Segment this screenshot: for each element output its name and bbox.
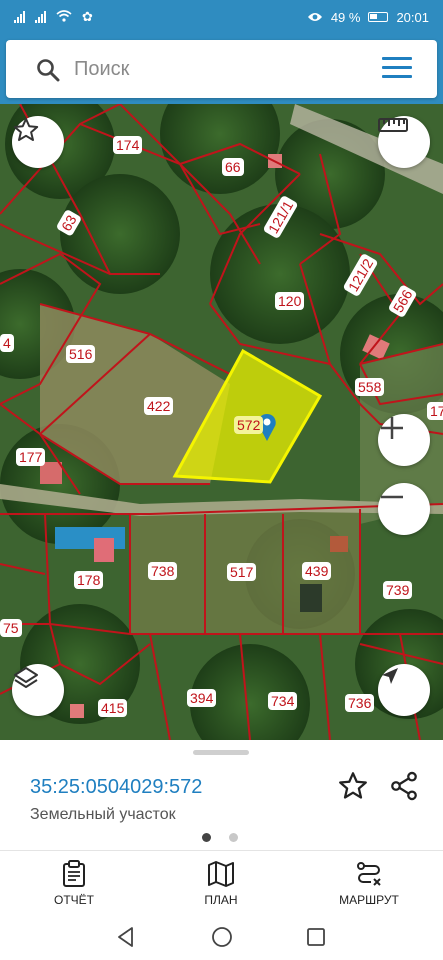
parcel-label[interactable]: 517 xyxy=(227,563,257,581)
page-indicator xyxy=(202,833,238,842)
parcel-label[interactable]: 177 xyxy=(16,448,46,466)
parcel-label[interactable]: 75 xyxy=(0,619,22,637)
nav-report-label: ОТЧЁТ xyxy=(53,893,94,907)
share-icon xyxy=(391,771,417,801)
parcel-label[interactable]: 17 xyxy=(427,402,443,420)
parcel-info-sheet[interactable]: 35:25:0504029:572 Земельный участок xyxy=(0,740,443,850)
layers-button[interactable] xyxy=(12,664,64,716)
parcel-label[interactable]: 516 xyxy=(66,345,96,363)
parcel-label[interactable]: 174 xyxy=(113,136,143,154)
search-bar xyxy=(6,40,437,98)
battery-percent: 49 % xyxy=(330,9,361,25)
cadastral-number[interactable]: 35:25:0504029:572 xyxy=(30,776,202,799)
satellite-map xyxy=(0,104,443,740)
signal-icon xyxy=(14,11,25,23)
favorite-star-button[interactable] xyxy=(337,770,369,807)
parcel-label[interactable]: 394 xyxy=(187,689,217,707)
parcel-label[interactable]: 120 xyxy=(275,292,305,310)
clock: 20:01 xyxy=(396,9,429,25)
parcel-label[interactable]: 178 xyxy=(74,571,104,589)
parcel-type: Земельный участок xyxy=(30,806,176,823)
parcel-label[interactable]: 738 xyxy=(148,562,178,580)
map-view[interactable]: 174 66 63 121/1 121/2 566 120 516 558 42… xyxy=(0,104,443,740)
signal-icon-2 xyxy=(35,11,46,23)
back-icon[interactable] xyxy=(115,926,137,948)
layers-icon xyxy=(14,667,38,688)
eye-icon xyxy=(307,10,323,25)
my-location-button[interactable] xyxy=(378,664,430,716)
map-icon xyxy=(208,861,234,887)
status-bar: ✿ 49 % 20:01 xyxy=(0,0,443,34)
parcel-label[interactable]: 734 xyxy=(268,692,298,710)
home-icon[interactable] xyxy=(210,925,234,949)
parcel-label[interactable]: 558 xyxy=(355,378,385,396)
nav-plan[interactable]: ПЛАН xyxy=(161,859,281,907)
zoom-in-button[interactable] xyxy=(378,414,430,466)
favorite-button[interactable] xyxy=(12,116,64,168)
star-icon xyxy=(13,117,39,142)
bottom-navigation: ОТЧЁТ ПЛАН МАРШРУТ xyxy=(0,850,443,916)
selected-parcel-label[interactable]: 572 xyxy=(234,416,264,434)
fan-icon: ✿ xyxy=(82,9,93,24)
parcel-label[interactable]: 736 xyxy=(345,694,375,712)
ruler-icon xyxy=(378,118,408,132)
drag-handle[interactable] xyxy=(193,750,249,755)
ruler-button[interactable] xyxy=(378,116,430,168)
route-icon xyxy=(357,862,381,886)
battery-icon xyxy=(368,12,389,22)
search-icon[interactable] xyxy=(36,58,60,87)
parcel-label[interactable]: 422 xyxy=(144,397,174,415)
nav-route[interactable]: МАРШРУТ xyxy=(309,859,429,907)
system-navigation xyxy=(0,916,443,960)
star-icon xyxy=(339,772,367,799)
parcel-label[interactable]: 439 xyxy=(302,562,332,580)
wifi-icon xyxy=(56,9,72,25)
parcel-label[interactable]: 66 xyxy=(222,158,244,176)
nav-plan-label: ПЛАН xyxy=(204,893,238,907)
plus-icon xyxy=(381,417,403,439)
recents-icon[interactable] xyxy=(305,926,327,948)
navigation-arrow-icon xyxy=(382,668,398,684)
share-button[interactable] xyxy=(388,770,420,807)
clipboard-icon xyxy=(63,860,85,887)
zoom-out-button[interactable] xyxy=(378,483,430,535)
nav-route-label: МАРШРУТ xyxy=(339,893,399,907)
parcel-label[interactable]: 415 xyxy=(98,699,128,717)
parcel-label[interactable]: 739 xyxy=(383,581,413,599)
parcel-label[interactable]: 4 xyxy=(0,334,14,352)
nav-report[interactable]: ОТЧЁТ xyxy=(14,859,134,907)
menu-icon[interactable] xyxy=(382,57,412,81)
minus-icon xyxy=(381,495,403,499)
search-input[interactable] xyxy=(74,50,374,88)
